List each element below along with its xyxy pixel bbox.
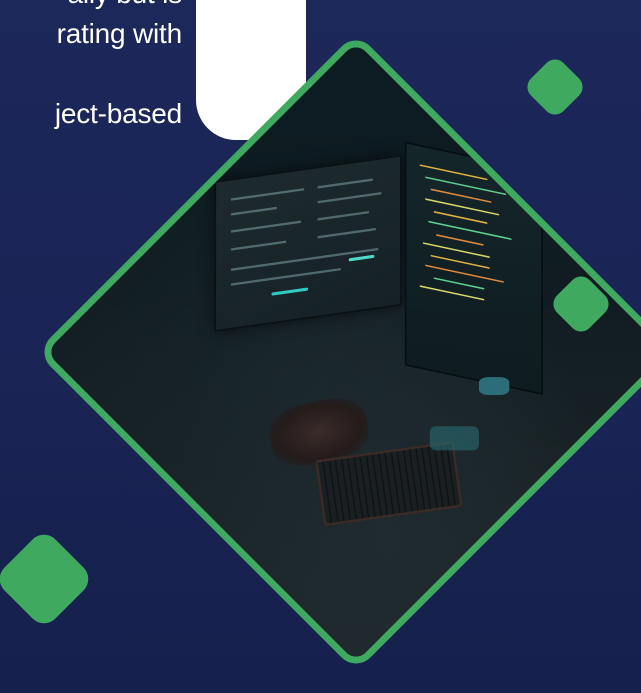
intro-text-line-2: rating with xyxy=(56,18,183,49)
green-diamond-decoration xyxy=(0,528,95,630)
intro-text-line-1: ally but is xyxy=(0,0,182,14)
green-diamond-decoration xyxy=(522,54,588,120)
page: ally but is rating with ject-based xyxy=(0,0,641,693)
monitor-code-editor xyxy=(405,140,544,395)
intro-text: ally but is rating with ject-based xyxy=(0,0,182,134)
intro-text-line-3: ject-based xyxy=(54,98,182,129)
monitor-dashboard xyxy=(214,154,403,332)
workstation-photo xyxy=(49,45,641,659)
cup xyxy=(478,376,510,395)
desk-light xyxy=(429,425,479,451)
